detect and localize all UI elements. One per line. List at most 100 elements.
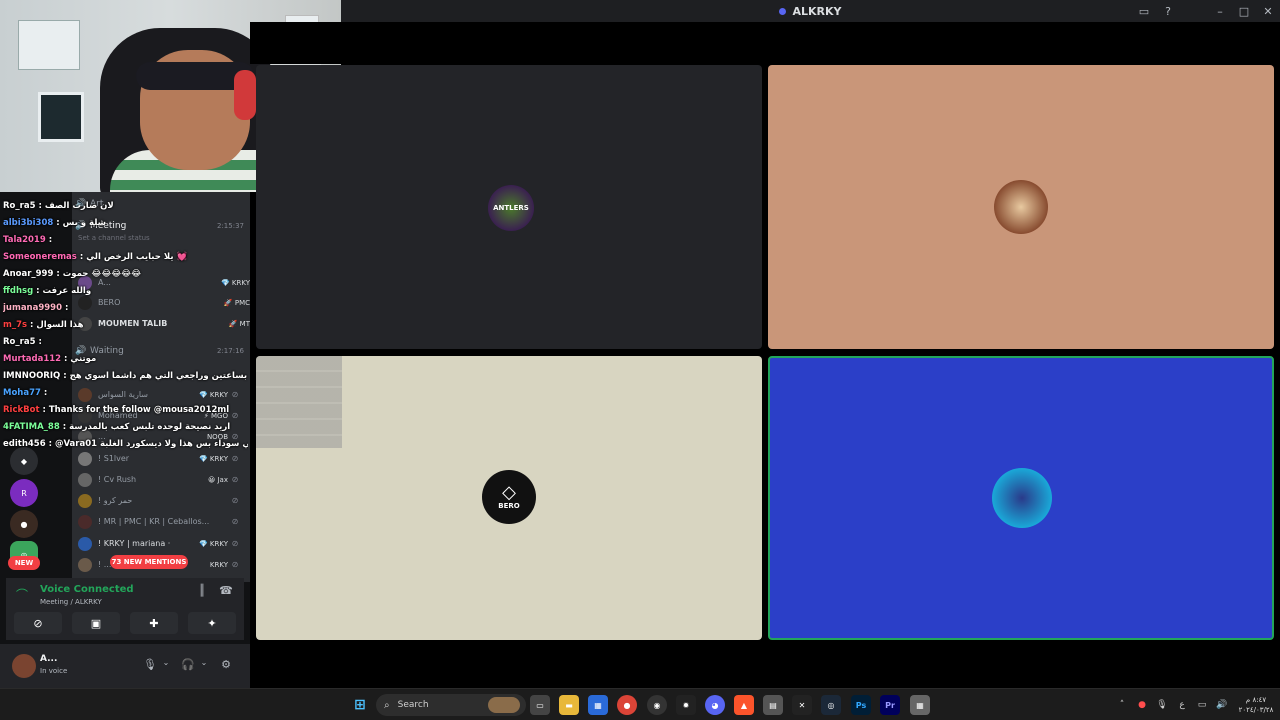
participant-tile[interactable]: ◇ BERO: [256, 356, 762, 640]
member-name: ! S1lver: [98, 454, 130, 463]
participant-tile[interactable]: [768, 65, 1274, 349]
help-icon[interactable]: ?: [1156, 0, 1180, 22]
member-name: ! Cv Rush: [98, 475, 137, 484]
chat-message: ffdhsg : والله عرفت: [3, 283, 248, 299]
soundboard-button[interactable]: ✦: [188, 612, 236, 634]
store-icon[interactable]: ▦: [588, 695, 608, 715]
tray-app-icon[interactable]: ●: [1132, 700, 1152, 710]
call-header: [250, 22, 1280, 64]
settings-icon[interactable]: ✹: [676, 695, 696, 715]
clock[interactable]: ٨:٤٧ م ٢٠٢٤/٠٣/٢٨: [1232, 695, 1280, 715]
camera-off-button[interactable]: ⊘: [14, 612, 62, 634]
signal-icon[interactable]: ⌒: [16, 586, 28, 603]
discord-icon[interactable]: ◕: [705, 695, 725, 715]
new-badge[interactable]: NEW: [8, 556, 40, 570]
chevron-up-icon[interactable]: ˄: [1112, 700, 1132, 710]
gear-icon[interactable]: ⚙: [218, 658, 234, 674]
capcut-icon[interactable]: ✕: [792, 695, 812, 715]
chat-message: Ro_ra5 : لان صارت الصف: [3, 198, 248, 214]
disconnect-icon[interactable]: ☎: [216, 584, 236, 600]
chat-username: Ro_ra5: [3, 337, 36, 347]
search-icon: ⌕: [384, 699, 390, 711]
member-name: ! KRKY | mariana ·: [98, 539, 171, 548]
chat-text: : هذا السوال: [27, 320, 84, 330]
maximize-button[interactable]: □: [1232, 0, 1256, 22]
deafened-icon: ⊘: [231, 475, 239, 484]
user-name[interactable]: A...: [40, 654, 57, 664]
diamond-icon: ◇: [502, 482, 516, 503]
window-title-text: ALKRKY: [792, 4, 842, 18]
deafened-icon: ⊘: [231, 517, 239, 526]
close-button[interactable]: ✕: [1256, 0, 1280, 22]
award-plaque: [38, 92, 84, 142]
member-tag: 💎 KRKY: [198, 454, 228, 463]
app-icon[interactable]: ▦: [910, 695, 930, 715]
language-icon[interactable]: ع: [1172, 700, 1192, 710]
chat-username: IMNNOORIQ: [3, 371, 61, 381]
server-icon[interactable]: ●: [10, 510, 38, 538]
taskbar-search[interactable]: ⌕ Search: [376, 694, 526, 716]
file-explorer-icon[interactable]: ▬: [559, 695, 579, 715]
start-button[interactable]: ⊞: [350, 695, 370, 715]
server-icon[interactable]: R: [10, 479, 38, 507]
voice-member[interactable]: ! KRKY | mariana · 💎 KRKY ⊘: [72, 533, 250, 554]
headphones-icon[interactable]: 🎧: [180, 658, 196, 674]
chevron-down-icon[interactable]: ⌄: [196, 658, 212, 674]
chat-username: Ro_ra5: [3, 201, 36, 211]
chat-message: RickBot : Thanks for the follow @mousa20…: [3, 402, 248, 418]
participant-tile-speaking[interactable]: [768, 356, 1274, 640]
chat-username: Someoneremas: [3, 252, 77, 262]
deafened-icon: ⊘: [231, 454, 239, 463]
app-icon[interactable]: ▤: [763, 695, 783, 715]
chat-username: Anoar_999: [3, 269, 54, 279]
avatar[interactable]: [12, 654, 36, 678]
activities-button[interactable]: ✚: [130, 612, 178, 634]
voice-channel-label[interactable]: Meeting / ALKRKY: [40, 598, 102, 606]
photoshop-icon[interactable]: Ps: [851, 695, 871, 715]
user-panel: A... In voice 🎙 ⌄ 🎧 ⌄ ⚙: [0, 644, 250, 688]
voice-member[interactable]: ! Cv Rush 😀 Jax ⊘: [72, 469, 250, 490]
avatar: [78, 472, 92, 487]
headset: [234, 70, 256, 120]
app-icon[interactable]: ◉: [647, 695, 667, 715]
chat-message: jumana9990 :: [3, 300, 248, 316]
deafened-icon: ⊘: [231, 560, 239, 569]
chat-message: edith456 : @Vara01 طلي سوداء بس هذا ولا …: [3, 436, 248, 452]
chat-username: albi3bi308: [3, 218, 54, 228]
mentions-badge[interactable]: 73 NEW MENTIONS: [110, 555, 188, 569]
chat-message: IMNNOORIQ : لحد الكحدي قبل دوامج بساعتين…: [3, 368, 248, 384]
participant-tile[interactable]: ANTLERS: [256, 65, 762, 349]
avatar-label: BERO: [498, 502, 520, 510]
stream-chat-overlay: Ro_ra5 : لان صارت الصف albi3bi308 : شلة و…: [0, 192, 250, 452]
participant-avatar: ANTLERS: [488, 185, 534, 231]
volume-icon[interactable]: 🔊: [1212, 700, 1232, 710]
premiere-icon[interactable]: Pr: [880, 695, 900, 715]
participant-avatar: ◇ BERO: [482, 470, 536, 524]
task-view-icon[interactable]: ▭: [530, 695, 550, 715]
chat-message: 4FATIMA_88 : اريد نصيحة لوحده تلبس كعب ب…: [3, 419, 248, 435]
chevron-down-icon[interactable]: ⌄: [158, 658, 174, 674]
chrome-icon[interactable]: ●: [617, 695, 637, 715]
microphone-icon[interactable]: 🎙: [142, 658, 158, 674]
voice-member[interactable]: ! حمر كرو ⊘: [72, 490, 250, 511]
microphone-icon[interactable]: 🎙: [1152, 700, 1172, 710]
screen-share-button[interactable]: ▣: [72, 612, 120, 634]
member-tag: 😀 Jax: [207, 475, 228, 484]
steam-icon[interactable]: ◎: [821, 695, 841, 715]
member-tag: KRKY: [209, 560, 228, 569]
minimize-button[interactable]: –: [1208, 0, 1232, 22]
chat-text: :: [45, 235, 53, 245]
avatar: [78, 451, 92, 466]
search-highlight-icon: [488, 697, 520, 713]
user-status: In voice: [40, 667, 68, 675]
network-icon[interactable]: ▭: [1192, 700, 1212, 710]
search-placeholder: Search: [397, 700, 429, 710]
chat-username: Tala2019: [3, 235, 46, 245]
chat-text: : @Vara01 طلي سوداء بس هذا ولا ديسكورد ا…: [45, 439, 248, 449]
voice-status[interactable]: Voice Connected: [40, 584, 134, 595]
brave-icon[interactable]: ▲: [734, 695, 754, 715]
noise-suppression-icon[interactable]: ║: [192, 584, 212, 600]
inbox-icon[interactable]: ▭: [1132, 0, 1156, 22]
chat-text: : موتني: [61, 354, 97, 364]
voice-member[interactable]: ! MR | PMC | KR | Ceballos... ⊘: [72, 511, 250, 532]
